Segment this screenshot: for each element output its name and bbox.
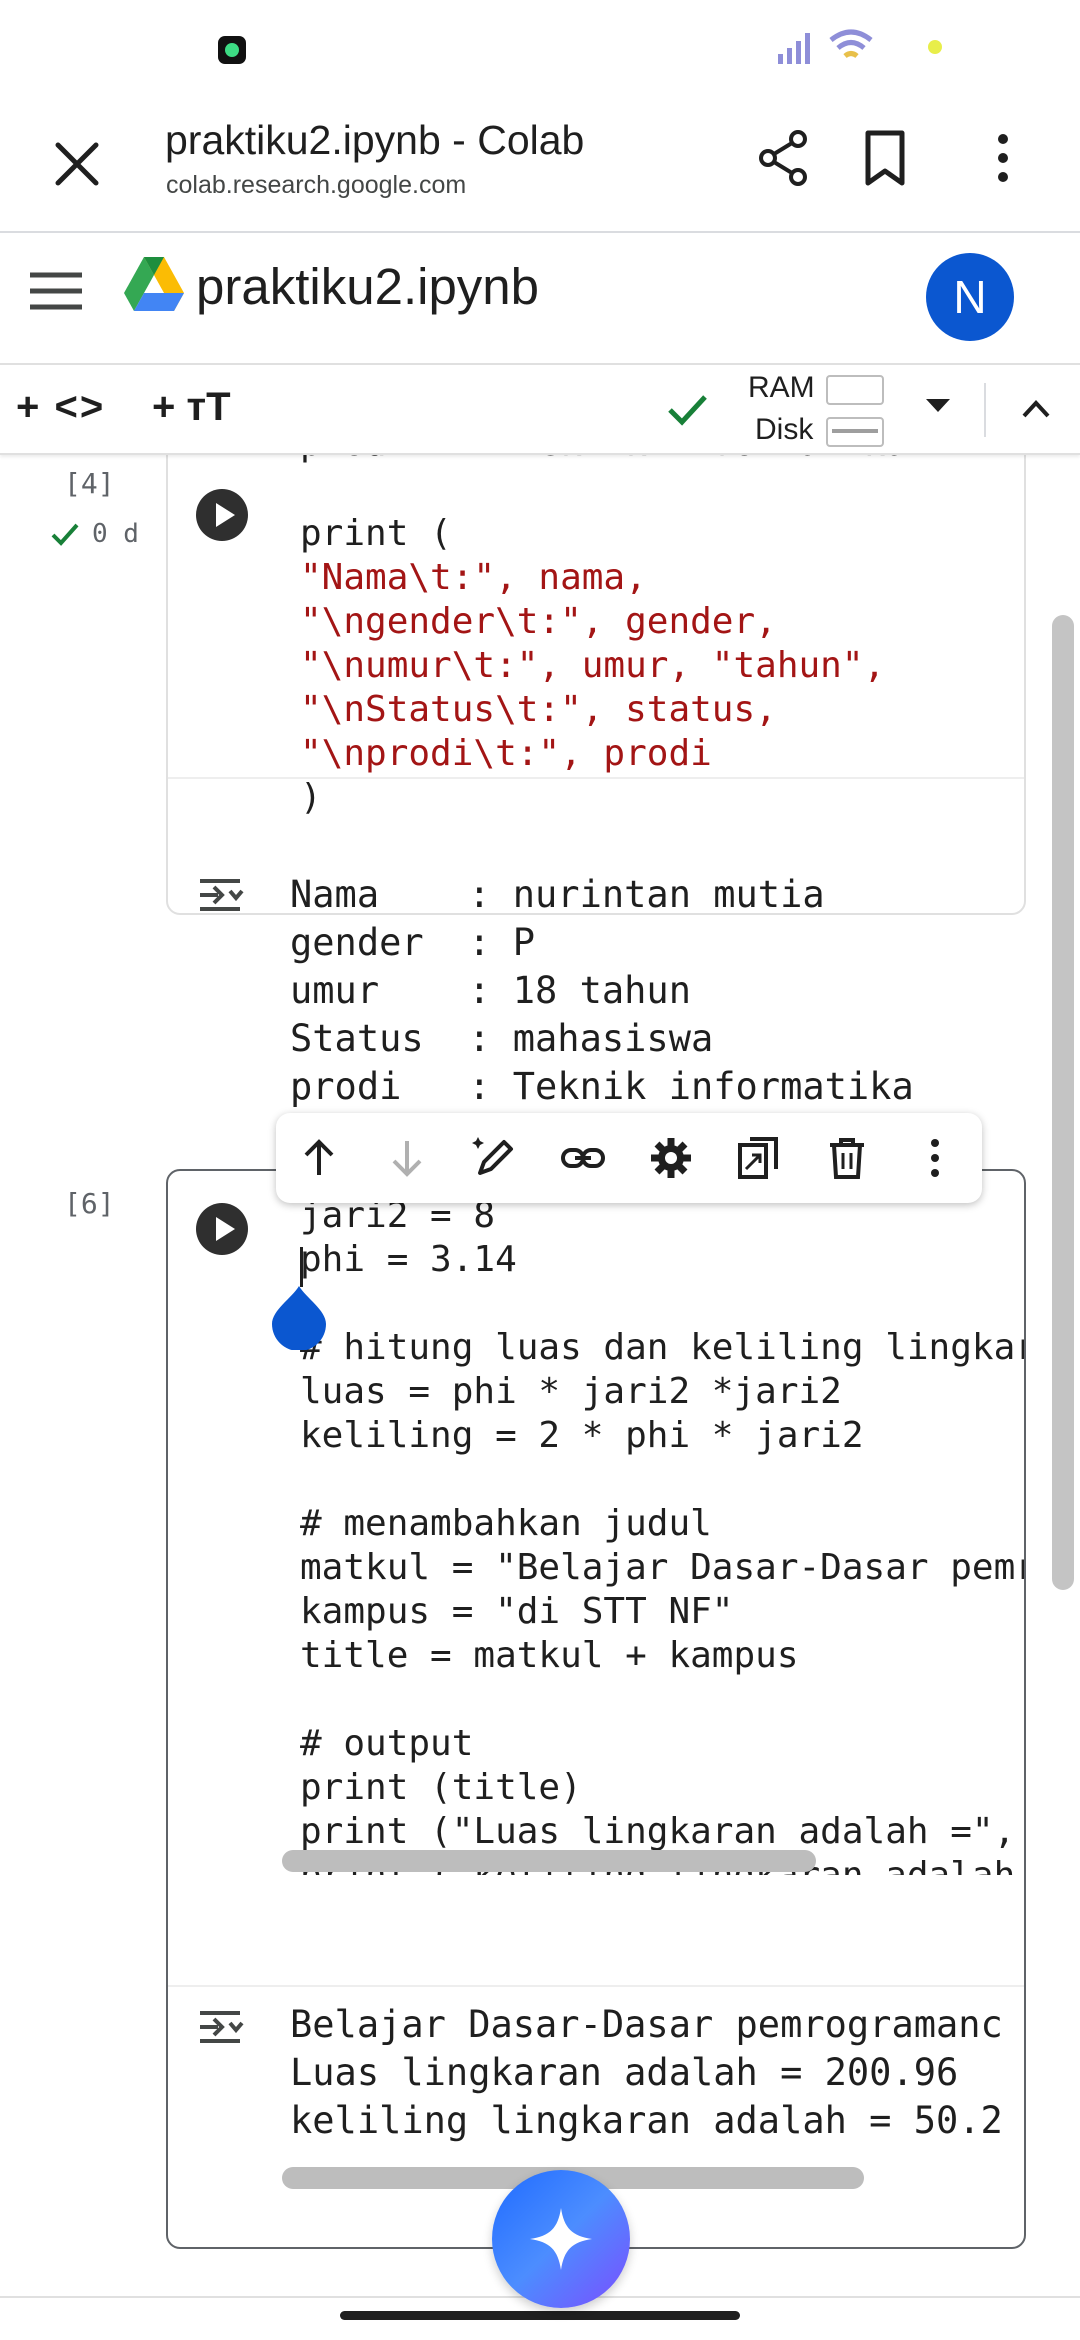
gear-icon[interactable] bbox=[648, 1135, 694, 1181]
wifi-icon bbox=[829, 29, 873, 59]
check-icon bbox=[668, 395, 707, 426]
code-line: keliling = 2 * phi * jari2 bbox=[300, 1415, 864, 1456]
code-line: "\numur\t:", umur, "tahun", bbox=[300, 645, 886, 686]
add-code-cell-button[interactable]: + <> bbox=[16, 385, 105, 430]
ram-usage-bar[interactable] bbox=[826, 375, 884, 405]
output-line: prodi : Teknik informatika bbox=[290, 1065, 914, 1108]
output-divider bbox=[168, 1985, 1024, 1987]
output-line: keliling lingkaran adalah = 50.2 bbox=[290, 2099, 1003, 2142]
whatsapp-icon bbox=[218, 36, 246, 64]
code-line: ) bbox=[300, 777, 322, 818]
code-line: phi = 3.14 bbox=[300, 1239, 517, 1280]
code-line: "\nprodi\t:", prodi bbox=[300, 733, 712, 774]
run-cell-button[interactable] bbox=[196, 489, 248, 541]
browser-tab-header: praktiku2.ipynb - Colab colab.research.g… bbox=[0, 95, 1080, 233]
trash-icon[interactable] bbox=[824, 1135, 870, 1181]
code-line: print (title) bbox=[300, 1767, 582, 1808]
code-line: "\ngender\t:", gender, bbox=[300, 601, 777, 642]
more-vert-icon[interactable] bbox=[912, 1135, 958, 1181]
run-cell-button[interactable] bbox=[196, 1203, 248, 1255]
horizontal-scrollbar[interactable] bbox=[282, 1850, 816, 1872]
cell-action-toolbar bbox=[276, 1113, 982, 1203]
code-line: "Nama\t:", nama, bbox=[300, 557, 647, 598]
output-line: Nama : nurintan mutia bbox=[290, 873, 825, 916]
more-vert-icon[interactable] bbox=[970, 125, 1036, 191]
colab-header: praktiku2.ipynb N bbox=[0, 233, 1080, 365]
output-line: gender : P bbox=[290, 921, 536, 964]
execution-count: [6] bbox=[64, 1187, 115, 1220]
mirror-cell-icon[interactable] bbox=[736, 1135, 782, 1181]
notebook-title[interactable]: praktiku2.ipynb bbox=[196, 257, 539, 316]
code-line: matkul = "Belajar Dasar-Dasar pemr bbox=[300, 1547, 1024, 1588]
output-toggle-icon[interactable] bbox=[196, 2005, 248, 2049]
code-line: prodi "Teknik informatika" bbox=[300, 455, 929, 464]
edit-icon[interactable] bbox=[472, 1135, 518, 1181]
execution-count: [4] bbox=[64, 467, 115, 500]
google-drive-icon[interactable] bbox=[122, 255, 186, 315]
code-line: print ( bbox=[300, 513, 452, 554]
code-line: # output bbox=[300, 1723, 474, 1764]
ram-label: RAM bbox=[748, 371, 815, 404]
vertical-scrollbar[interactable] bbox=[1052, 615, 1074, 1590]
link-icon[interactable] bbox=[560, 1135, 606, 1181]
menu-icon[interactable] bbox=[26, 261, 86, 321]
code-line: # menambahkan judul bbox=[300, 1503, 712, 1544]
output-toggle-icon[interactable] bbox=[196, 873, 248, 917]
arrow-down-icon[interactable] bbox=[384, 1135, 430, 1181]
code-line: luas = phi * jari2 *jari2 bbox=[300, 1371, 842, 1412]
signal-icon bbox=[778, 33, 810, 64]
tab-title: praktiku2.ipynb - Colab bbox=[165, 117, 585, 163]
notebook-content[interactable]: [4] 0 d prodi "Teknik informatika" print… bbox=[0, 455, 1080, 2290]
output-divider bbox=[168, 777, 1024, 779]
execution-time: 0 d bbox=[92, 519, 139, 549]
code-line: "\nStatus\t:", status, bbox=[300, 689, 777, 730]
share-icon[interactable] bbox=[750, 125, 816, 191]
check-icon bbox=[51, 523, 79, 546]
chevron-up-icon[interactable] bbox=[1016, 389, 1056, 429]
code-line: kampus = "di STT NF" bbox=[300, 1591, 734, 1632]
code-line: print ("Luas lingkaran adalah =", bbox=[300, 1811, 1016, 1852]
code-line: title = matkul + kampus bbox=[300, 1635, 799, 1676]
disk-label: Disk bbox=[755, 413, 814, 446]
bookmark-icon[interactable] bbox=[852, 125, 918, 191]
toolbar-divider bbox=[984, 383, 986, 437]
output-line: Status : mahasiswa bbox=[290, 1017, 714, 1060]
battery-icon bbox=[928, 40, 942, 54]
notebook-toolbar: + <> + тT RAM Disk bbox=[0, 365, 1080, 455]
text-cursor bbox=[300, 1247, 303, 1287]
home-indicator[interactable] bbox=[340, 2311, 740, 2320]
output-line: umur : 18 tahun bbox=[290, 969, 691, 1012]
arrow-up-icon[interactable] bbox=[296, 1135, 342, 1181]
close-icon[interactable] bbox=[44, 131, 110, 197]
code-line: # hitung luas dan keliling lingkar bbox=[300, 1327, 1024, 1368]
avatar[interactable]: N bbox=[926, 253, 1014, 341]
disk-usage-bar[interactable] bbox=[826, 417, 884, 447]
gemini-button[interactable] bbox=[492, 2170, 630, 2308]
output-line: Luas lingkaran adalah = 200.96 bbox=[290, 2051, 959, 2094]
text-cursor-handle[interactable] bbox=[270, 1284, 328, 1350]
tab-url: colab.research.google.com bbox=[166, 171, 467, 199]
output-line: Belajar Dasar-Dasar pemrogramanc bbox=[290, 2003, 1003, 2046]
sparkle-icon bbox=[530, 2208, 592, 2270]
add-text-cell-button[interactable]: + тT bbox=[152, 385, 231, 430]
chevron-down-icon[interactable] bbox=[926, 399, 950, 412]
status-bar bbox=[0, 0, 1080, 95]
